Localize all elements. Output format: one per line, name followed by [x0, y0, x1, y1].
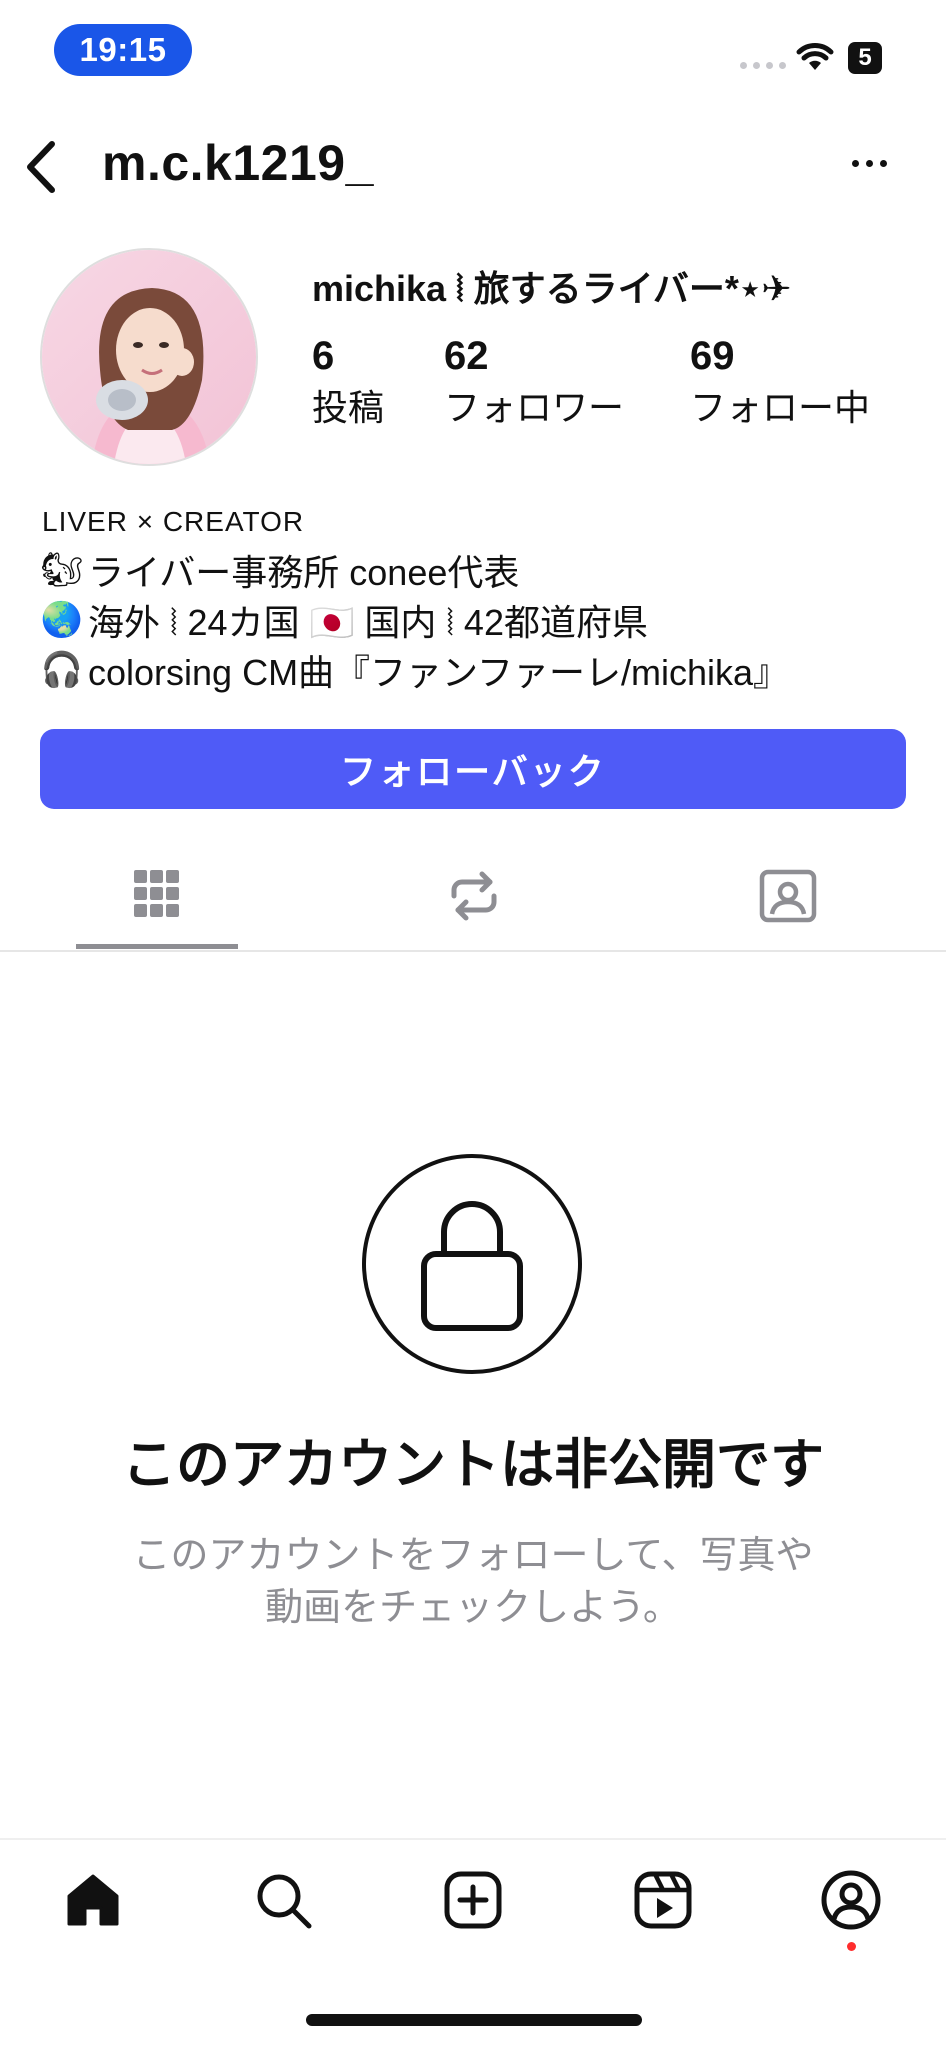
stat-following-count: 69 [690, 334, 735, 378]
active-tab-indicator [76, 944, 238, 949]
description-line: 動画をチェックしよう。 [265, 1587, 681, 1629]
description-line: このアカウントをフォローして、写真や [132, 1535, 814, 1577]
stat-following-label: フォロー中 [690, 387, 871, 428]
bio-line-text: 海外 ⦚ 24カ国 🇯🇵 国内 ⦚ 42都道府県 [88, 602, 648, 643]
lock-icon [421, 1201, 523, 1331]
private-account-description: このアカウントをフォローして、写真や 動画をチェックしよう。 [0, 1530, 946, 1634]
stat-followers[interactable]: 62 フォロワー [444, 334, 624, 431]
stat-posts-label: 投稿 [312, 387, 385, 428]
bio-line-agency: 🐿 ライバー事務所 conee代表 [40, 544, 519, 596]
back-button[interactable] [22, 138, 62, 201]
home-indicator[interactable] [306, 2014, 642, 2026]
stat-followers-label: フォロワー [444, 387, 625, 428]
search-icon [257, 1874, 312, 1929]
bio-line-music: 🎧 colorsing CM曲『ファンファーレ/michika』 [40, 644, 789, 696]
lock-circle [362, 1154, 582, 1374]
bio-line-travel: 🌏 海外 ⦚ 24カ国 🇯🇵 国内 ⦚ 42都道府県 [40, 594, 648, 646]
private-account-title: このアカウントは非公開です [122, 1435, 824, 1495]
headphones-icon: 🎧 [40, 651, 84, 689]
nav-create[interactable] [443, 1870, 503, 1930]
chipmunk-icon: 🐿 [40, 551, 84, 589]
nav-profile[interactable] [821, 1870, 881, 1930]
profile-username: m.c.k1219_ [102, 135, 374, 191]
bottom-nav-divider [0, 1838, 946, 1840]
nav-home[interactable] [63, 1870, 123, 1930]
cellular-signal-icon [740, 62, 786, 69]
tabs-divider [0, 950, 946, 952]
notification-dot [847, 1942, 856, 1951]
globe-icon: 🌏 [40, 601, 84, 639]
stat-following[interactable]: 69 フォロー中 [690, 334, 870, 431]
stat-followers-count: 62 [444, 334, 489, 378]
tab-reposts[interactable] [444, 866, 504, 931]
chevron-left-icon [27, 141, 55, 193]
profile-display-name: michika ⦚ 旅するライバー*⋆✈ [312, 268, 792, 309]
bio-tagline: LIVER × CREATOR [42, 506, 305, 537]
battery-icon: 5 [848, 42, 882, 74]
profile-avatar[interactable] [40, 248, 258, 466]
wifi-icon [796, 42, 834, 77]
stat-posts: 6 投稿 [312, 334, 384, 431]
reels-icon [634, 1871, 692, 1929]
create-icon [444, 1871, 502, 1929]
nav-search[interactable] [253, 1870, 313, 1930]
stat-posts-count: 6 [312, 334, 335, 378]
nav-reels[interactable] [633, 1870, 693, 1930]
bio-line-text: ライバー事務所 conee代表 [88, 552, 520, 593]
bio-line-text: colorsing CM曲『ファンファーレ/michika』 [88, 652, 790, 693]
tagged-icon [759, 869, 817, 923]
tab-tagged[interactable] [758, 866, 818, 931]
profile-icon [821, 1870, 881, 1930]
more-options-button[interactable] [852, 160, 887, 167]
tab-posts-grid[interactable] [126, 866, 186, 931]
home-icon [67, 1874, 119, 1926]
reposts-icon [451, 871, 497, 921]
grid-icon [134, 870, 179, 917]
follow-back-button[interactable]: フォローバック [40, 729, 906, 809]
status-time: 19:15 [54, 24, 192, 76]
